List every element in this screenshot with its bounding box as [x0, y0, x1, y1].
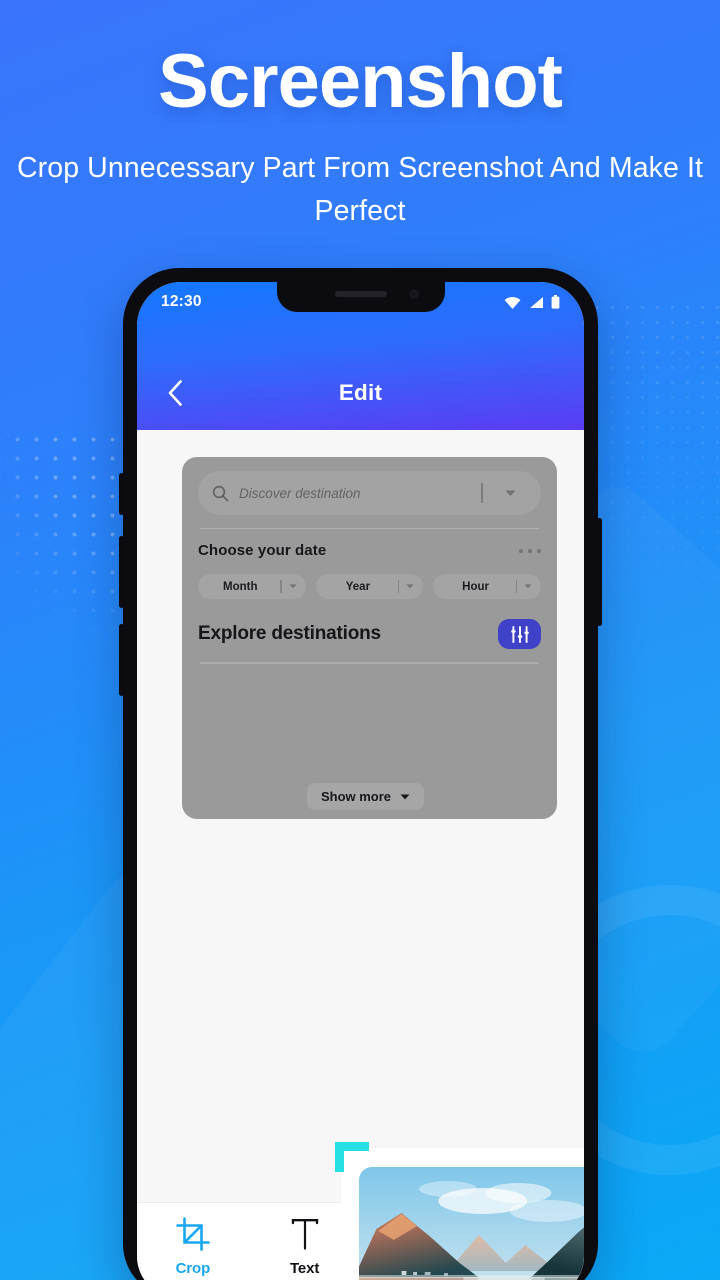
battery-icon — [551, 295, 560, 309]
app-header: 12:30 Edit — [137, 282, 584, 430]
destination-card: Oulu, Finland — [341, 1148, 584, 1280]
more-horizontal-icon[interactable] — [519, 549, 541, 553]
show-more-button[interactable]: Show more — [306, 783, 425, 810]
phone-button-volume-up — [119, 536, 124, 608]
page-subtitle: Crop Unnecessary Part From Screenshot An… — [16, 152, 704, 228]
crop-icon — [176, 1215, 210, 1251]
explore-title: Explore destinations — [198, 623, 381, 645]
date-section-label: Choose your date — [198, 542, 327, 560]
tune-sliders-icon — [510, 625, 529, 643]
search-divider — [481, 483, 483, 503]
phone-button-power — [597, 518, 602, 626]
wifi-icon — [504, 296, 521, 309]
dropdown-year-label: Year — [345, 580, 371, 593]
dropdown-year-caret — [399, 584, 421, 589]
dropdown-month[interactable]: Month — [198, 574, 306, 600]
app-header-title: Edit — [338, 380, 383, 405]
edit-canvas[interactable]: Discover destination Choose your date Mo… — [137, 430, 584, 1280]
chevron-left-icon — [168, 380, 182, 406]
signal-icon — [530, 296, 543, 308]
show-more-label: Show more — [320, 789, 392, 804]
caret-down-icon — [524, 584, 532, 589]
dropdown-hour-caret — [517, 584, 539, 589]
phone-mockup: 12:30 Edit Discover destination Choose y… — [119, 268, 602, 1280]
search-dropdown-button[interactable] — [493, 490, 527, 497]
caret-down-icon — [400, 794, 410, 799]
dropdown-hour-label: Hour — [462, 580, 489, 593]
dropdown-year[interactable]: Year — [315, 574, 424, 600]
tool-crop[interactable]: Crop — [137, 1215, 249, 1277]
status-time: 12:30 — [161, 293, 202, 310]
phone-button-volume-down — [119, 624, 124, 696]
dropdown-hour[interactable]: Hour — [433, 574, 542, 600]
explore-section-header: Explore destinations — [198, 619, 541, 650]
search-bar[interactable]: Discover destination — [198, 471, 541, 515]
search-input-placeholder: Discover destination — [239, 485, 361, 501]
tool-text-label: Text — [289, 1260, 320, 1277]
hero-section: Screenshot Crop Unnecessary Part From Sc… — [0, 0, 720, 234]
divider-top — [200, 528, 539, 530]
crop-selection[interactable]: Oulu, Finland — [335, 1142, 584, 1280]
search-icon — [212, 485, 229, 501]
text-icon — [289, 1215, 321, 1251]
date-section-header: Choose your date — [198, 542, 541, 559]
screenshot-being-edited: Discover destination Choose your date Mo… — [182, 457, 557, 819]
status-bar: 12:30 — [137, 282, 584, 322]
phone-screen: 12:30 Edit Discover destination Choose y… — [137, 282, 584, 1280]
caret-down-icon — [406, 584, 414, 589]
divider-explore — [200, 662, 539, 664]
back-button[interactable] — [155, 373, 195, 413]
crop-handle-top-left[interactable] — [335, 1142, 369, 1172]
tool-crop-label: Crop — [175, 1260, 211, 1277]
phone-button-mute — [119, 473, 124, 515]
fjord-lake-mountains-photo — [359, 1167, 584, 1280]
show-more-row: Show more — [182, 783, 557, 810]
filter-button[interactable] — [498, 619, 541, 650]
app-header-row: Edit — [137, 356, 584, 430]
date-pill-row: Month Year Hour — [198, 574, 542, 600]
status-icon-group — [504, 295, 560, 309]
dropdown-month-caret — [282, 584, 304, 589]
destination-photo — [359, 1167, 584, 1280]
page-title: Screenshot — [158, 39, 563, 124]
dropdown-month-label: Month — [223, 580, 258, 593]
caret-down-icon — [505, 490, 515, 496]
caret-down-icon — [289, 584, 297, 589]
